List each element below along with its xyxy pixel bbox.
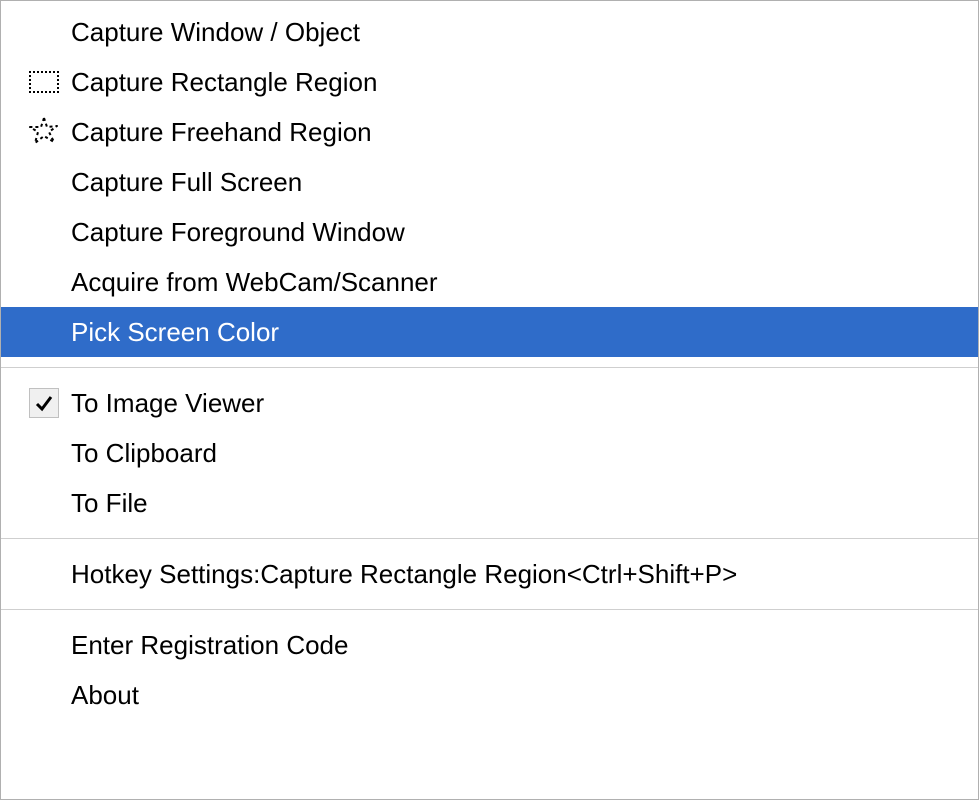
menu-item-capture-window-object[interactable]: Capture Window / Object: [1, 7, 978, 57]
menu-item-label: To File: [67, 488, 148, 519]
context-menu: Capture Window / Object Capture Rectangl…: [0, 0, 979, 800]
blank-icon: [21, 159, 67, 205]
menu-item-enter-registration-code[interactable]: Enter Registration Code: [1, 620, 978, 670]
menu-item-label: Capture Full Screen: [67, 167, 302, 198]
blank-icon: [21, 259, 67, 305]
menu-item-capture-rectangle-region[interactable]: Capture Rectangle Region: [1, 57, 978, 107]
menu-item-to-clipboard[interactable]: To Clipboard: [1, 428, 978, 478]
menu-item-label: Acquire from WebCam/Scanner: [67, 267, 438, 298]
menu-item-to-file[interactable]: To File: [1, 478, 978, 528]
menu-item-capture-freehand-region[interactable]: Capture Freehand Region: [1, 107, 978, 157]
menu-item-to-image-viewer[interactable]: To Image Viewer: [1, 378, 978, 428]
menu-separator: [1, 367, 978, 368]
menu-item-capture-foreground-window[interactable]: Capture Foreground Window: [1, 207, 978, 257]
menu-item-about[interactable]: About: [1, 670, 978, 720]
blank-icon: [21, 309, 67, 355]
menu-separator: [1, 609, 978, 610]
rectangle-selection-icon: [21, 59, 67, 105]
blank-icon: [21, 209, 67, 255]
menu-item-capture-full-screen[interactable]: Capture Full Screen: [1, 157, 978, 207]
menu-separator: [1, 538, 978, 539]
menu-item-label: About: [67, 680, 139, 711]
checkmark-icon: [21, 380, 67, 426]
menu-item-label: Capture Window / Object: [67, 17, 360, 48]
blank-icon: [21, 622, 67, 668]
menu-item-label: Enter Registration Code: [67, 630, 348, 661]
menu-item-hotkey-settings[interactable]: Hotkey Settings:Capture Rectangle Region…: [1, 549, 978, 599]
blank-icon: [21, 430, 67, 476]
freehand-star-icon: [21, 109, 67, 155]
menu-item-label: Capture Rectangle Region: [67, 67, 377, 98]
blank-icon: [21, 551, 67, 597]
menu-item-label: Capture Foreground Window: [67, 217, 405, 248]
menu-item-pick-screen-color[interactable]: Pick Screen Color: [1, 307, 978, 357]
menu-item-acquire-webcam-scanner[interactable]: Acquire from WebCam/Scanner: [1, 257, 978, 307]
blank-icon: [21, 480, 67, 526]
blank-icon: [21, 9, 67, 55]
blank-icon: [21, 672, 67, 718]
menu-item-label: Capture Freehand Region: [67, 117, 372, 148]
menu-item-label: Hotkey Settings:Capture Rectangle Region…: [67, 559, 737, 590]
menu-item-label: To Image Viewer: [67, 388, 264, 419]
menu-item-label: To Clipboard: [67, 438, 217, 469]
menu-item-label: Pick Screen Color: [67, 317, 279, 348]
